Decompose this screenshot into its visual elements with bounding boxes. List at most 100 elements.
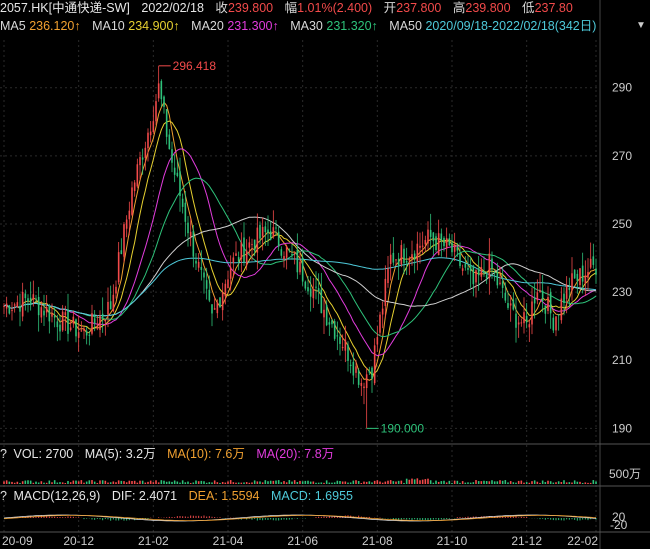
volume-bar <box>325 480 328 484</box>
candle-body <box>451 242 453 253</box>
volume-bar <box>371 482 373 484</box>
volume-bar <box>64 482 67 484</box>
kline-chart[interactable]: 290 270 250 230 210 190 296.418 190.000 500万 2… <box>0 0 650 549</box>
volume-bar <box>552 482 555 484</box>
volume-bar <box>59 482 61 484</box>
low-value: 237.80 <box>534 1 573 15</box>
volume-bar <box>53 480 56 484</box>
volume-bar <box>48 480 51 484</box>
candle-body <box>325 304 328 326</box>
volume-bar <box>341 481 344 484</box>
candle-body <box>195 260 197 264</box>
volume-bar <box>301 481 304 484</box>
candle-body <box>392 252 395 263</box>
volume-bar <box>309 481 312 484</box>
candle-body <box>509 303 512 306</box>
candle-body <box>379 314 381 333</box>
volume-bar <box>517 480 520 484</box>
high-value: 239.800 <box>465 1 511 15</box>
volume-bar <box>275 480 277 484</box>
candle-body <box>88 334 91 336</box>
candle-body <box>405 260 408 263</box>
volume-bar <box>373 480 376 484</box>
help-icon[interactable]: ? <box>0 446 10 462</box>
volume-bar <box>459 482 461 484</box>
volume-bar <box>176 481 179 484</box>
candle-body <box>469 264 472 272</box>
ma5-label: MA5 <box>0 19 26 33</box>
volume-bar <box>405 478 408 484</box>
candle-body <box>107 301 109 315</box>
candle-body <box>435 236 437 251</box>
date-tick-label: 21-06 <box>287 534 318 548</box>
candle-body <box>40 307 43 318</box>
candle-body <box>237 257 240 262</box>
date-tick-label: 21-10 <box>437 534 468 548</box>
ma30-label: MA30 <box>290 19 323 33</box>
candle-body <box>461 268 464 271</box>
price-tick-label: 290 <box>612 81 632 95</box>
candle-body <box>168 134 171 150</box>
volume-bar <box>24 480 27 484</box>
candle-body <box>208 289 211 301</box>
candle-body <box>565 285 568 299</box>
candle-body <box>400 245 403 265</box>
candle-body <box>64 312 67 316</box>
volume-bar <box>267 481 269 484</box>
candle-body <box>51 313 53 317</box>
candle-body <box>19 305 21 312</box>
candle-body <box>32 294 35 300</box>
candle-body <box>368 370 371 373</box>
candle-body <box>85 330 88 336</box>
volume-bar <box>432 482 435 484</box>
volume-bar <box>192 482 195 484</box>
candle-body <box>21 291 24 317</box>
volume-panel: 500万 <box>3 467 641 484</box>
volume-bar <box>475 480 477 484</box>
close-label: 收 <box>215 1 228 15</box>
candle-body <box>307 287 309 292</box>
candle-body <box>133 182 136 192</box>
candle-body <box>573 269 576 279</box>
volume-bar <box>136 482 139 484</box>
candle-body <box>336 335 339 337</box>
candle-body <box>128 210 131 220</box>
volume-bar <box>147 481 149 484</box>
volume-bar <box>16 481 19 484</box>
volume-bar <box>541 480 544 484</box>
volume-bar <box>213 480 216 484</box>
candle-body <box>235 253 237 256</box>
volume-bar <box>43 482 45 484</box>
candle-body <box>243 237 245 263</box>
volume-bar <box>120 480 123 484</box>
candlesticks <box>3 65 597 429</box>
candle-body <box>381 308 384 315</box>
candle-body <box>75 319 77 337</box>
candle-body <box>499 282 501 284</box>
candle-body <box>352 361 355 376</box>
candle-body <box>99 315 101 330</box>
candle-body <box>341 346 344 349</box>
candle-body <box>315 286 317 288</box>
volume-bar <box>91 480 93 484</box>
symbol-name[interactable]: 2057.HK[中通快递-SW] <box>0 1 130 15</box>
volume-bar <box>77 481 80 484</box>
volume-bar <box>211 482 213 484</box>
candle-body <box>275 227 277 229</box>
candle-body <box>136 164 139 187</box>
candle-body <box>72 316 75 324</box>
volume-bar <box>61 482 64 484</box>
candle-body <box>568 287 571 290</box>
price-tick-label: 210 <box>612 353 632 367</box>
price-tick-label: 230 <box>612 285 632 299</box>
help-icon[interactable]: ? <box>0 488 10 504</box>
volume-bar <box>243 482 245 484</box>
ma20-value: 231.300↑ <box>227 19 279 33</box>
candle-body <box>576 273 579 281</box>
chevron-down-icon[interactable]: ▼ <box>636 20 646 32</box>
change-label: 幅 <box>284 1 298 15</box>
volume-bar <box>328 482 331 484</box>
volume-bar <box>568 482 571 484</box>
candle-body <box>264 226 267 233</box>
candle-body <box>205 280 208 289</box>
